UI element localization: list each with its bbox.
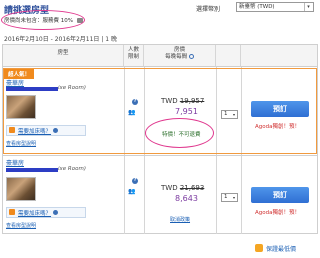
col-price-line2: 每晚每間 [144, 54, 215, 61]
room-name-en: ixe Room) [58, 85, 86, 91]
cancel-policy-link[interactable]: 取消政策 [170, 216, 190, 223]
agoda-note: Agoda獨創！預！ [255, 124, 300, 130]
extra-bed-link[interactable]: 需要加床嗎？ [18, 127, 59, 135]
col-occupancy: 人數 限制 [124, 45, 144, 67]
info-icon[interactable] [188, 54, 194, 59]
person-icon: 👥 [128, 109, 136, 116]
redacted-bar [6, 87, 58, 91]
extra-bed-link[interactable]: 需要加床嗎？ [18, 209, 59, 217]
book-button[interactable]: 預訂 [251, 187, 309, 203]
shield-icon [255, 244, 263, 252]
checkbox-icon[interactable] [9, 127, 15, 133]
room-photo[interactable] [6, 177, 36, 201]
price-guarantee-link[interactable]: 保證最低價 [266, 244, 296, 253]
person-icon: 👥 [128, 188, 136, 195]
currency-selected: 新臺幣 (TWD) [239, 4, 275, 10]
highlight-circle-note [145, 118, 214, 148]
col-room-type: 房型 [3, 45, 124, 67]
stay-dates: 2016年2月10日 - 2016年2月11日 | 1 晚 [4, 36, 117, 43]
room-photo[interactable] [6, 95, 36, 119]
row-divider [2, 155, 318, 156]
original-price: TWD 21,693 [161, 184, 205, 192]
col-price-line1: 房價 [173, 47, 185, 53]
chevron-down-icon: ▾ [304, 3, 312, 11]
room-qty-select[interactable]: 1 ▾ [221, 193, 238, 202]
col-price: 房價 每晚每間 [144, 45, 216, 67]
agoda-note: Agoda獨創！預！ [255, 210, 300, 216]
chevron-down-icon: ▾ [232, 195, 235, 200]
room-name-link[interactable]: 豪華房 [6, 158, 24, 167]
sale-price: 7,951 [175, 107, 198, 116]
redacted-bar [6, 168, 58, 172]
help-icon[interactable]: ? [132, 99, 138, 105]
checkbox-icon[interactable] [9, 209, 15, 215]
room-name-en: ixe Room) [58, 166, 86, 172]
currency-label: 選擇幣別 [196, 6, 221, 13]
room-name-link[interactable]: 豪華房 [6, 78, 24, 87]
chevron-down-icon: ▾ [232, 112, 235, 117]
help-icon[interactable]: ? [132, 178, 138, 184]
book-button[interactable]: 預訂 [251, 101, 309, 117]
room-details-link[interactable]: 查看房型說明 [6, 222, 36, 229]
sale-price: 8,643 [175, 194, 198, 203]
info-icon [53, 210, 59, 215]
highlight-circle-tax [1, 10, 85, 30]
room-details-link[interactable]: 查看房型說明 [6, 140, 36, 147]
col-action [241, 45, 317, 67]
currency-select[interactable]: 新臺幣 (TWD) ▾ [236, 2, 314, 12]
room-qty-select[interactable]: 1 ▾ [221, 110, 238, 119]
original-price: TWD 19,957 [161, 97, 205, 105]
col-rooms [216, 45, 241, 67]
info-icon [53, 128, 59, 133]
